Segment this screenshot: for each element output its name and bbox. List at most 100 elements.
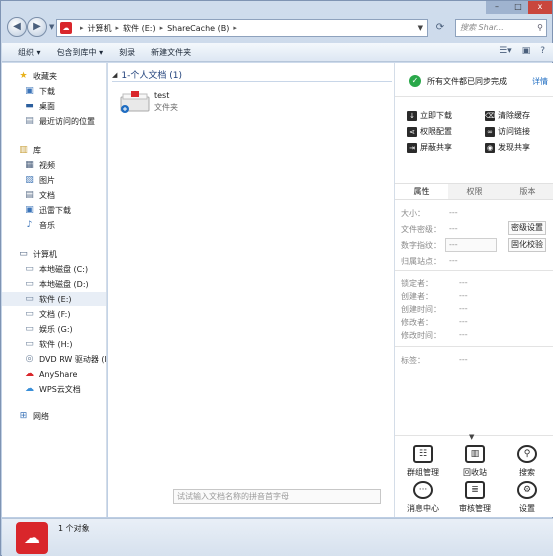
help-icon[interactable]: ?: [540, 46, 545, 56]
nav-drive-f[interactable]: ▭ 文档 (F:): [24, 307, 106, 321]
settings-button[interactable]: ⚙ 设置: [501, 481, 553, 517]
forward-arrow-icon: ▶: [33, 21, 41, 32]
chevron-right-icon: ▸: [80, 24, 84, 32]
search-input[interactable]: 搜索 Shar... ⚲: [455, 19, 547, 37]
preview-pane-icon[interactable]: ▣: [522, 46, 531, 56]
view-controls: ☰▾ ▣ ?: [499, 46, 545, 56]
sync-status-text: 所有文件都已同步完成: [427, 76, 507, 86]
close-button[interactable]: x: [528, 1, 552, 14]
chevron-right-icon: ▸: [159, 24, 164, 32]
item-count: 1 个对象: [58, 524, 90, 533]
forward-button[interactable]: ▶: [27, 17, 47, 37]
chevron-down-icon[interactable]: ▼: [469, 433, 474, 441]
nav-recent[interactable]: ▤ 最近访问的位置: [24, 114, 106, 128]
access-link-button[interactable]: ∞ 访问链接: [485, 126, 530, 137]
prop-created-time: 创建时间： ---: [401, 304, 468, 314]
nav-anyshare[interactable]: ☁ AnyShare: [24, 367, 106, 381]
nav-favorites[interactable]: ★ 收藏夹: [18, 69, 106, 83]
collapse-triangle-icon[interactable]: ◢: [112, 71, 117, 79]
discover-share-icon: ◉: [485, 142, 495, 153]
group-mgmt-button[interactable]: ☷ 群组管理: [397, 445, 449, 481]
chevron-right-icon: ▸: [115, 24, 120, 32]
download-now-button[interactable]: ↓ 立即下载: [407, 110, 452, 121]
pinyin-search-input[interactable]: 试试输入文档名称的拼音首字母: [173, 489, 381, 504]
search-button[interactable]: ⚲ 搜索: [501, 445, 553, 481]
recent-pages-dropdown[interactable]: ▼: [49, 23, 54, 31]
link-icon: ∞: [485, 126, 495, 137]
document-icon: ▤: [25, 190, 34, 200]
command-bar: 组织 ▾ 包含到库中 ▾ 刻录 新建文件夹 ☰▾ ▣ ?: [2, 43, 553, 62]
nav-documents[interactable]: ▤ 文档: [24, 188, 106, 202]
nav-pictures[interactable]: ▧ 图片: [24, 173, 106, 187]
details-link[interactable]: 详情: [532, 76, 548, 87]
refresh-icon[interactable]: ⟳: [432, 20, 448, 36]
clear-cache-button[interactable]: ⌫ 清除缓存: [485, 110, 530, 121]
breadcrumb-item[interactable]: ShareCache (B): [167, 24, 229, 33]
chevron-down-icon[interactable]: ▼: [418, 24, 423, 32]
divider: [395, 96, 553, 97]
organize-button[interactable]: 组织 ▾: [18, 47, 41, 58]
eraser-icon: ⌫: [485, 110, 495, 121]
drive-icon: ▭: [25, 339, 34, 349]
sync-status: ✓ 所有文件都已同步完成 详情: [395, 73, 553, 89]
property-tabs: 属性 权限 版本: [395, 183, 553, 200]
prop-fingerprint: 数字指纹：: [401, 241, 441, 250]
review-mgmt-button[interactable]: ≣ 审核管理: [449, 481, 501, 517]
nav-drive-h[interactable]: ▭ 软件 (H:): [24, 337, 106, 351]
nav-drive-g[interactable]: ▭ 娱乐 (G:): [24, 322, 106, 336]
nav-music[interactable]: ♪ 音乐: [24, 218, 106, 232]
nav-network[interactable]: ⊞ 网络: [18, 409, 106, 423]
search-icon: ⚲: [517, 445, 537, 463]
back-button[interactable]: ◀: [7, 17, 27, 37]
maximize-button[interactable]: □: [508, 1, 528, 14]
file-type: 文件夹: [154, 103, 178, 112]
tab-permissions[interactable]: 权限: [448, 184, 501, 199]
search-icon[interactable]: ⚲: [537, 20, 543, 36]
view-options-icon[interactable]: ☰▾: [499, 46, 512, 56]
fix-check-button[interactable]: 固化校验: [508, 238, 546, 252]
minimize-button[interactable]: –: [486, 1, 508, 14]
group-header-label: 1-个人文档 (1): [121, 71, 182, 81]
nav-desktop[interactable]: ▬ 桌面: [24, 99, 106, 113]
breadcrumb-item[interactable]: 计算机: [88, 23, 112, 34]
nav-libraries[interactable]: ▥ 库: [18, 143, 106, 157]
tab-properties[interactable]: 属性: [395, 184, 448, 199]
fingerprint-field[interactable]: ---: [445, 238, 497, 252]
status-bar: ☁ 1 个对象: [2, 518, 553, 556]
recycle-bin-button[interactable]: ▥ 回收站: [449, 445, 501, 481]
desktop-icon: ▬: [25, 101, 34, 111]
dvd-drive-icon: ◎: [25, 354, 34, 364]
prop-security-level: 文件密级： ---: [401, 224, 458, 234]
burn-button[interactable]: 刻录: [119, 47, 135, 58]
nav-drive-e[interactable]: ▭ 软件 (E:): [2, 292, 106, 306]
permission-config-button[interactable]: ⋖ 权限配置: [407, 126, 452, 137]
message-center-button[interactable]: ··· 消息中心: [397, 481, 449, 517]
nav-drive-d[interactable]: ▭ 本地磁盘 (D:): [24, 277, 106, 291]
block-share-icon: ⇥: [407, 142, 417, 153]
nav-downloads[interactable]: ▣ 下载: [24, 84, 106, 98]
nav-drive-c[interactable]: ▭ 本地磁盘 (C:): [24, 262, 106, 276]
discover-share-button[interactable]: ◉ 发现共享: [485, 142, 530, 153]
tab-versions[interactable]: 版本: [501, 184, 553, 199]
block-share-button[interactable]: ⇥ 屏蔽共享: [407, 142, 452, 153]
nav-thunder[interactable]: ▣ 迅雷下载: [24, 203, 106, 217]
nav-computer[interactable]: ▭ 计算机: [18, 247, 106, 261]
address-bar[interactable]: ☁ ▸ 计算机 ▸ 软件 (E:) ▸ ShareCache (B) ▸ ▼: [56, 19, 428, 37]
drive-icon: ▭: [25, 324, 34, 334]
back-arrow-icon: ◀: [13, 21, 21, 32]
anyshare-panel: ✓ 所有文件都已同步完成 详情 ↓ 立即下载 ⌫ 清除缓存 ⋖ 权限配置 ∞ 访问链接 …: [394, 63, 553, 517]
nav-dvd[interactable]: ◎ DVD RW 驱动器 (I:: [24, 352, 106, 366]
anyshare-icon: ☁: [60, 22, 72, 34]
list-item[interactable]: test 文件夹: [118, 89, 208, 117]
computer-icon: ▭: [19, 249, 28, 259]
trash-icon: ▥: [465, 445, 485, 463]
new-folder-button[interactable]: 新建文件夹: [151, 47, 191, 58]
prop-size: 大小： ---: [401, 208, 458, 218]
include-library-button[interactable]: 包含到库中 ▾: [57, 47, 104, 58]
breadcrumb-item[interactable]: 软件 (E:): [123, 23, 156, 34]
nav-videos[interactable]: ▦ 视频: [24, 158, 106, 172]
group-header[interactable]: ◢ 1-个人文档 (1): [112, 68, 392, 82]
security-settings-button[interactable]: 密级设置: [508, 221, 546, 235]
address-row: ◀ ▶ ▼ ☁ ▸ 计算机 ▸ 软件 (E:) ▸ ShareCache (B)…: [1, 15, 553, 41]
nav-wps[interactable]: ☁ WPS云文档: [24, 382, 106, 396]
